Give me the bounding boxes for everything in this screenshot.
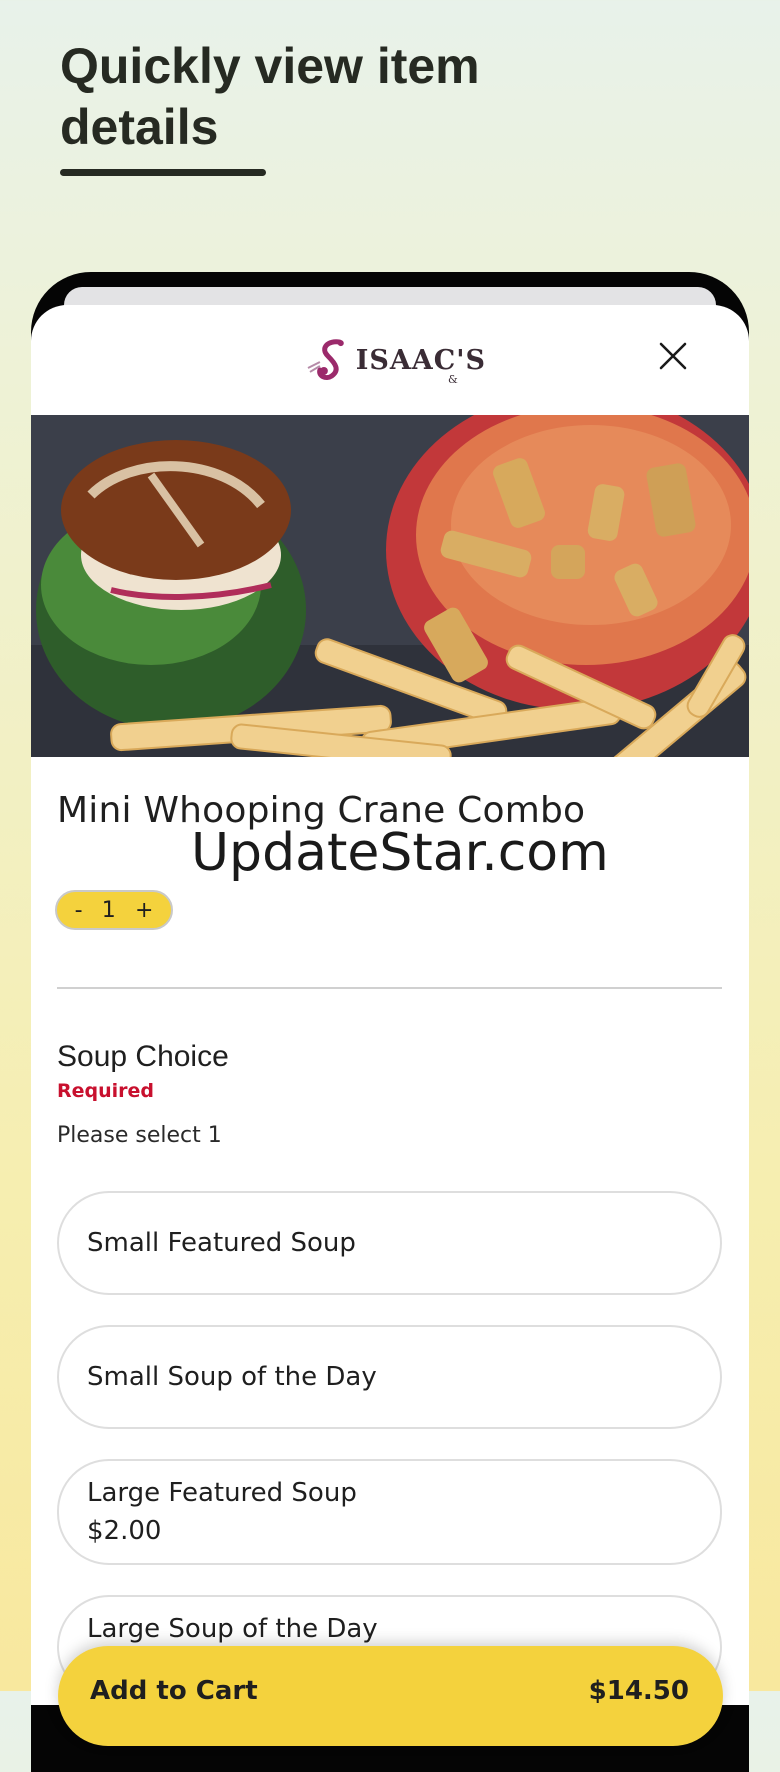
brand-logo: ISAAC'S & [306, 335, 486, 386]
quantity-value: 1 [101, 897, 116, 923]
promo-headline: Quickly view item details [60, 38, 480, 155]
brand-name: ISAAC'S [355, 344, 486, 376]
quantity-stepper[interactable]: - 1 + [55, 890, 173, 930]
required-badge: Required [57, 1080, 155, 1102]
soup-option-small-of-the-day[interactable]: Small Soup of the Day [57, 1325, 722, 1429]
option-label: Large Featured Soup [87, 1478, 357, 1508]
headline-underline [60, 169, 266, 176]
brand-ampersand: & [448, 373, 458, 386]
option-label: Large Soup of the Day [87, 1614, 378, 1644]
soup-option-small-featured[interactable]: Small Featured Soup [57, 1191, 722, 1295]
option-label: Small Featured Soup [87, 1228, 356, 1258]
add-to-cart-button[interactable]: Add to Cart $14.50 [58, 1646, 723, 1746]
add-to-cart-label: Add to Cart [90, 1676, 258, 1706]
increase-quantity-button[interactable]: + [135, 898, 153, 923]
saxophone-s-logo-icon [307, 339, 344, 380]
decrease-quantity-button[interactable]: - [75, 898, 83, 923]
watermark-text: UpdateStar.com [191, 823, 609, 883]
sheet-header: ISAAC'S & [31, 305, 749, 415]
item-detail-sheet: ISAAC'S & Mini Whooping Crane Combo Upda… [31, 305, 749, 1705]
soup-option-large-featured[interactable]: Large Featured Soup $2.00 [57, 1459, 722, 1565]
select-hint: Please select 1 [57, 1123, 222, 1148]
close-icon [659, 342, 687, 370]
food-photo [31, 415, 749, 757]
soup-section-title: Soup Choice [57, 1040, 229, 1073]
option-price: $2.00 [87, 1516, 162, 1546]
divider [57, 987, 722, 989]
close-button[interactable] [648, 331, 698, 381]
option-label: Small Soup of the Day [87, 1362, 377, 1392]
cart-total: $14.50 [588, 1676, 689, 1706]
